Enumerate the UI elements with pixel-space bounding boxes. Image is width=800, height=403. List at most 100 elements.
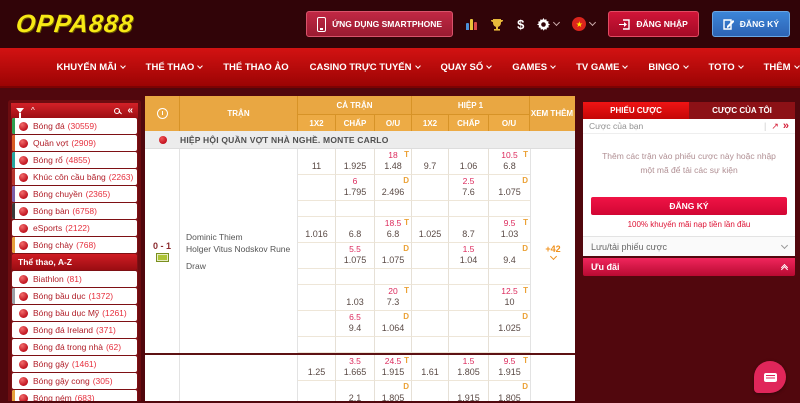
tab-bet-slip[interactable]: PHIẾU CƯỢC	[583, 102, 689, 119]
statistics-icon[interactable]	[466, 18, 477, 30]
collapse-panel-icon[interactable]: »	[783, 121, 789, 132]
currency-icon[interactable]: $	[517, 17, 524, 32]
match-info[interactable]	[180, 355, 298, 401]
odds-cell[interactable]: 1.915	[449, 381, 489, 401]
odds-cell[interactable]	[449, 285, 489, 311]
odds-cell[interactable]: 10.5T6.8	[489, 149, 530, 175]
odds-cell[interactable]: 9.5T1.03	[489, 217, 530, 243]
odds-cell[interactable]	[298, 175, 336, 201]
odds-cell[interactable]: D2.496	[375, 175, 412, 201]
smartphone-app-button[interactable]: ỨNG DỤNG SMARTPHONE	[306, 11, 453, 37]
see-more-markets[interactable]: +42	[530, 149, 575, 353]
odds-cell[interactable]: 1.51.805	[449, 355, 489, 381]
odds-cell[interactable]	[489, 337, 530, 353]
odds-cell[interactable]	[449, 269, 489, 285]
betslip-register-button[interactable]: ĐĂNG KÝ	[591, 197, 787, 215]
odds-cell[interactable]	[412, 285, 449, 311]
odds-cell[interactable]: 12.5T10	[489, 285, 530, 311]
odds-cell[interactable]: 24.5T1.915	[375, 355, 412, 381]
odds-cell[interactable]: 1.016	[298, 217, 336, 243]
match-info[interactable]: Dominic Thiem Holger Vitus Nodskov Rune …	[180, 149, 298, 353]
odds-cell[interactable]	[489, 201, 530, 217]
nav-item-the-thao-ao[interactable]: THỂ THAO ẢO	[223, 62, 288, 73]
odds-cell[interactable]	[336, 269, 375, 285]
odds-cell[interactable]: 61.795	[336, 175, 375, 201]
odds-cell[interactable]: 1.025	[412, 217, 449, 243]
sidebar-item-bong-bau-duc-my[interactable]: Bóng bầu dục Mỹ(1261)	[12, 305, 137, 321]
odds-cell[interactable]	[449, 201, 489, 217]
collapse-sidebar-icon[interactable]: «	[127, 106, 133, 116]
odds-cell[interactable]: 9.5T1.915	[489, 355, 530, 381]
tab-my-bets[interactable]: CƯỢC CỦA TÔI	[689, 102, 795, 119]
sidebar-item-bong-ban[interactable]: Bóng bàn(6758)	[12, 203, 137, 219]
settings-menu[interactable]	[537, 18, 559, 31]
odds-cell[interactable]	[489, 269, 530, 285]
nav-item-quay-so[interactable]: QUAY SỐ	[441, 62, 492, 73]
odds-cell[interactable]	[375, 269, 412, 285]
odds-cell[interactable]: 18T1.48	[375, 149, 412, 175]
odds-cell[interactable]	[412, 175, 449, 201]
odds-cell[interactable]: 1.51.04	[449, 243, 489, 269]
odds-cell[interactable]: 6.8	[336, 217, 375, 243]
nav-item-tv-game[interactable]: TV GAME	[576, 62, 627, 73]
odds-cell[interactable]: D1.805	[375, 381, 412, 401]
odds-cell[interactable]: 20T7.3	[375, 285, 412, 311]
odds-cell[interactable]	[449, 311, 489, 337]
brand-logo[interactable]: OPPA888	[14, 10, 135, 39]
nav-item-them[interactable]: THÊM	[764, 62, 799, 73]
odds-cell[interactable]: 1.925	[336, 149, 375, 175]
sidebar-item-bong-a-ireland[interactable]: Bóng đá Ireland(371)	[12, 322, 137, 338]
nav-item-toto[interactable]: TOTO	[709, 62, 743, 73]
nav-item-khuyen-mai[interactable]: KHUYẾN MÃI	[56, 62, 124, 73]
sidebar-item-bong-bau-duc[interactable]: Bóng bầu dục(1372)	[12, 288, 137, 304]
odds-cell[interactable]: 18.5T6.8	[375, 217, 412, 243]
nav-item-the-thao[interactable]: THỂ THAO	[146, 62, 203, 73]
odds-cell[interactable]	[336, 337, 375, 353]
odds-cell[interactable]	[412, 243, 449, 269]
odds-cell[interactable]	[298, 381, 336, 401]
nav-item-games[interactable]: GAMES	[512, 62, 555, 73]
live-chat-button[interactable]	[754, 361, 786, 393]
odds-cell[interactable]: D1.075	[375, 243, 412, 269]
odds-cell[interactable]	[449, 337, 489, 353]
odds-cell[interactable]	[412, 337, 449, 353]
sidebar-item-khuc-con-cau-bang[interactable]: Khúc côn cầu băng(2263)	[12, 169, 137, 185]
search-icon[interactable]	[114, 108, 120, 114]
odds-cell[interactable]: 1.25	[298, 355, 336, 381]
odds-cell[interactable]: 1.03	[336, 285, 375, 311]
odds-cell[interactable]: 11	[298, 149, 336, 175]
odds-cell[interactable]	[298, 269, 336, 285]
offers-bar[interactable]: Ưu đãi	[583, 258, 795, 276]
sidebar-item-biathlon[interactable]: Biathlon(81)	[12, 271, 137, 287]
odds-cell[interactable]	[375, 337, 412, 353]
save-load-betslip[interactable]: Lưu/tải phiếu cược	[583, 236, 795, 256]
language-menu[interactable]: ★	[572, 17, 595, 31]
sidebar-item-bong-ro[interactable]: Bóng rổ(4855)	[12, 152, 137, 168]
odds-cell[interactable]: 8.7	[449, 217, 489, 243]
login-button[interactable]: ĐĂNG NHẬP	[608, 11, 698, 37]
odds-cell[interactable]: D1.075	[489, 175, 530, 201]
sidebar-item-bong-chuyen[interactable]: Bóng chuyền(2365)	[12, 186, 137, 202]
odds-cell[interactable]: 2.57.6	[449, 175, 489, 201]
sidebar-item-bong-nem[interactable]: Bóng ném(683)	[12, 390, 137, 401]
odds-cell[interactable]	[298, 337, 336, 353]
sidebar-item-quan-vot[interactable]: Quần vợt(2909)	[12, 135, 137, 151]
trophy-icon[interactable]	[490, 18, 504, 31]
odds-cell[interactable]: 3.51.665	[336, 355, 375, 381]
odds-cell[interactable]: D1.805	[489, 381, 530, 401]
nav-item-bingo[interactable]: BINGO	[648, 62, 687, 73]
sidebar-item-esports[interactable]: eSports(2122)	[12, 220, 137, 236]
odds-cell[interactable]: 2.1	[336, 381, 375, 401]
odds-cell[interactable]: D1.025	[489, 311, 530, 337]
odds-cell[interactable]	[298, 285, 336, 311]
see-more-markets[interactable]	[530, 355, 575, 401]
odds-cell[interactable]: 9.7	[412, 149, 449, 175]
odds-cell[interactable]	[298, 201, 336, 217]
odds-cell[interactable]	[298, 243, 336, 269]
odds-cell[interactable]: D9.4	[489, 243, 530, 269]
register-button[interactable]: ĐĂNG KÝ	[712, 11, 790, 37]
odds-cell[interactable]	[412, 381, 449, 401]
odds-cell[interactable]	[412, 201, 449, 217]
filter-icon[interactable]	[16, 108, 24, 113]
odds-cell[interactable]: 6.59.4	[336, 311, 375, 337]
